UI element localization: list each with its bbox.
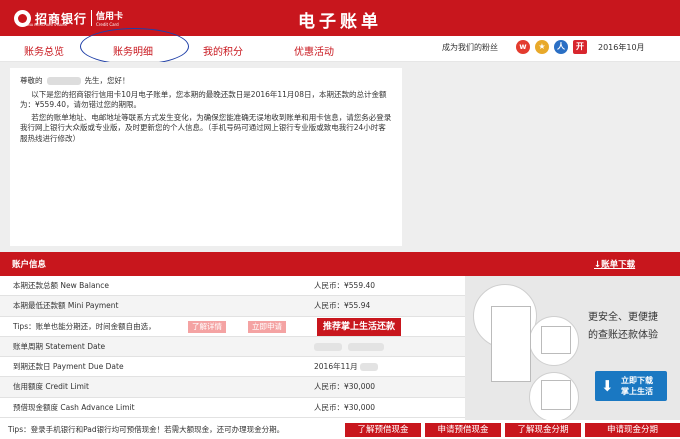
row-value: 人民币：¥559.40 bbox=[314, 281, 376, 290]
learn-cash-advance-button[interactable]: 了解预借现金 bbox=[345, 423, 421, 437]
row-label: 本期还款总额 New Balance bbox=[13, 281, 110, 290]
apply-cash-advance-button[interactable]: 申请预借现金 bbox=[425, 423, 501, 437]
table-row-tips: Tips：账单也能分期还，时间金额自由选， 了解详情 立即申请 推荐掌上生活还款 bbox=[0, 317, 465, 337]
download-arrow-icon: ⬇ bbox=[601, 377, 614, 395]
download-label-2: 掌上生活 bbox=[621, 387, 653, 396]
phone-mockup bbox=[541, 326, 571, 354]
apply-now-button[interactable]: 立即申请 bbox=[248, 320, 286, 333]
table-row: 预借现金额度 Cash Advance Limit 人民币：¥30,000 bbox=[0, 398, 465, 419]
phone-mockup bbox=[491, 306, 531, 382]
greeting-prefix: 尊敬的 bbox=[20, 76, 43, 85]
nav-my-points[interactable]: 我的积分 bbox=[203, 43, 243, 58]
row-label: 本期最低还款额 Mini Payment bbox=[13, 301, 119, 311]
table-row: 本期还款总额 New Balance 人民币：¥559.40 bbox=[0, 276, 465, 297]
statement-date-redacted bbox=[314, 342, 342, 351]
row-value: 人民币：¥30,000 bbox=[314, 402, 376, 412]
download-label-1: 立即下载 bbox=[621, 376, 653, 385]
table-row: 本期最低还款额 Mini Payment 人民币：¥55.94 bbox=[0, 296, 465, 317]
row-label: 到期还款日 Payment Due Date bbox=[13, 362, 124, 372]
download-app-button[interactable]: ⬇ 立即下载掌上生活 bbox=[595, 371, 667, 401]
learn-cash-installment-button[interactable]: 了解现金分期 bbox=[505, 423, 581, 437]
recommend-app-repay-button[interactable]: 推荐掌上生活还款 bbox=[317, 317, 402, 336]
highlight-oval bbox=[80, 28, 189, 65]
account-info-title: 账户信息 bbox=[12, 260, 47, 270]
row-value: 人民币：¥55.94 bbox=[314, 301, 371, 311]
due-day-redacted bbox=[359, 363, 378, 372]
learn-more-button[interactable]: 了解详情 bbox=[188, 320, 226, 333]
letter-paragraph-1: 以下是您的招商银行信用卡10月电子账单，您本期的最晚还款日是2016年11月08… bbox=[20, 89, 387, 110]
phone-mockup bbox=[541, 380, 571, 410]
table-row: 到期还款日 Payment Due Date 2016年11月 bbox=[0, 357, 465, 378]
row-value bbox=[314, 337, 384, 356]
footer-tips: Tips：登录手机银行和Pad银行均可预借现金！若需大额现金，还可办理现金分期。… bbox=[0, 420, 680, 439]
promo-line-1: 更安全、更便捷 bbox=[588, 312, 658, 323]
row-label: Tips：账单也能分期还，时间金额自由选， bbox=[13, 321, 156, 331]
greeting: 尊敬的 先生，您好！ bbox=[20, 76, 392, 87]
app-promo-banner[interactable]: 更安全、更便捷 的查账还款体验 ⬇ 立即下载掌上生活 bbox=[465, 276, 680, 439]
grid-icon[interactable]: 开 bbox=[573, 40, 587, 54]
row-label: 信用额度 Credit Limit bbox=[13, 382, 89, 392]
star-icon[interactable]: ★ bbox=[535, 40, 549, 54]
person-icon[interactable]: 人 bbox=[554, 40, 568, 54]
statement-download-link[interactable]: ↓账单下载 bbox=[594, 258, 635, 270]
statement-month: 2016年10月 bbox=[598, 43, 645, 52]
account-info-bar: 账户信息 ↓账单下载 bbox=[0, 252, 680, 276]
apply-cash-installment-button[interactable]: 申请现金分期 bbox=[585, 423, 680, 437]
page-title: 电子账单 bbox=[298, 12, 382, 32]
weibo-icon[interactable]: w bbox=[516, 40, 530, 54]
nav-promotions[interactable]: 优惠活动 bbox=[294, 43, 334, 58]
promo-line-2: 的查账还款体验 bbox=[588, 330, 658, 341]
greeting-suffix: 先生，您好！ bbox=[84, 76, 130, 85]
customer-name-redacted bbox=[46, 77, 81, 85]
letter-paragraph-2: 若您的账单地址、电邮地址等联系方式发生变化，为确保您能准确无误地收到账单和用卡信… bbox=[20, 112, 392, 143]
nav-account-overview[interactable]: 账务总览 bbox=[24, 43, 64, 58]
row-label: 账单周期 Statement Date bbox=[13, 341, 106, 351]
download-label: 立即下载 掌上生活 bbox=[621, 375, 653, 397]
statement-date-redacted bbox=[348, 342, 384, 351]
row-value: 人民币：¥30,000 bbox=[314, 382, 376, 392]
fans-label: 成为我们的粉丝 bbox=[442, 43, 498, 52]
footer-tips-text: Tips：登录手机银行和Pad银行均可预借现金！若需大额现金，还可办理现金分期。 bbox=[8, 425, 285, 434]
table-row: 信用额度 Credit Limit 人民币：¥30,000 bbox=[0, 377, 465, 398]
row-value: 2016年11月 bbox=[314, 357, 378, 376]
account-table: 本期还款总额 New Balance 人民币：¥559.40 本期最低还款额 M… bbox=[0, 276, 465, 419]
table-row: 账单周期 Statement Date bbox=[0, 336, 465, 358]
row-label: 预借现金额度 Cash Advance Limit bbox=[13, 402, 135, 412]
letter-panel: 尊敬的 先生，您好！ 以下是您的招商银行信用卡10月电子账单，您本期的最晚还款日是… bbox=[10, 68, 402, 246]
due-date-text: 2016年11月 bbox=[314, 362, 358, 372]
